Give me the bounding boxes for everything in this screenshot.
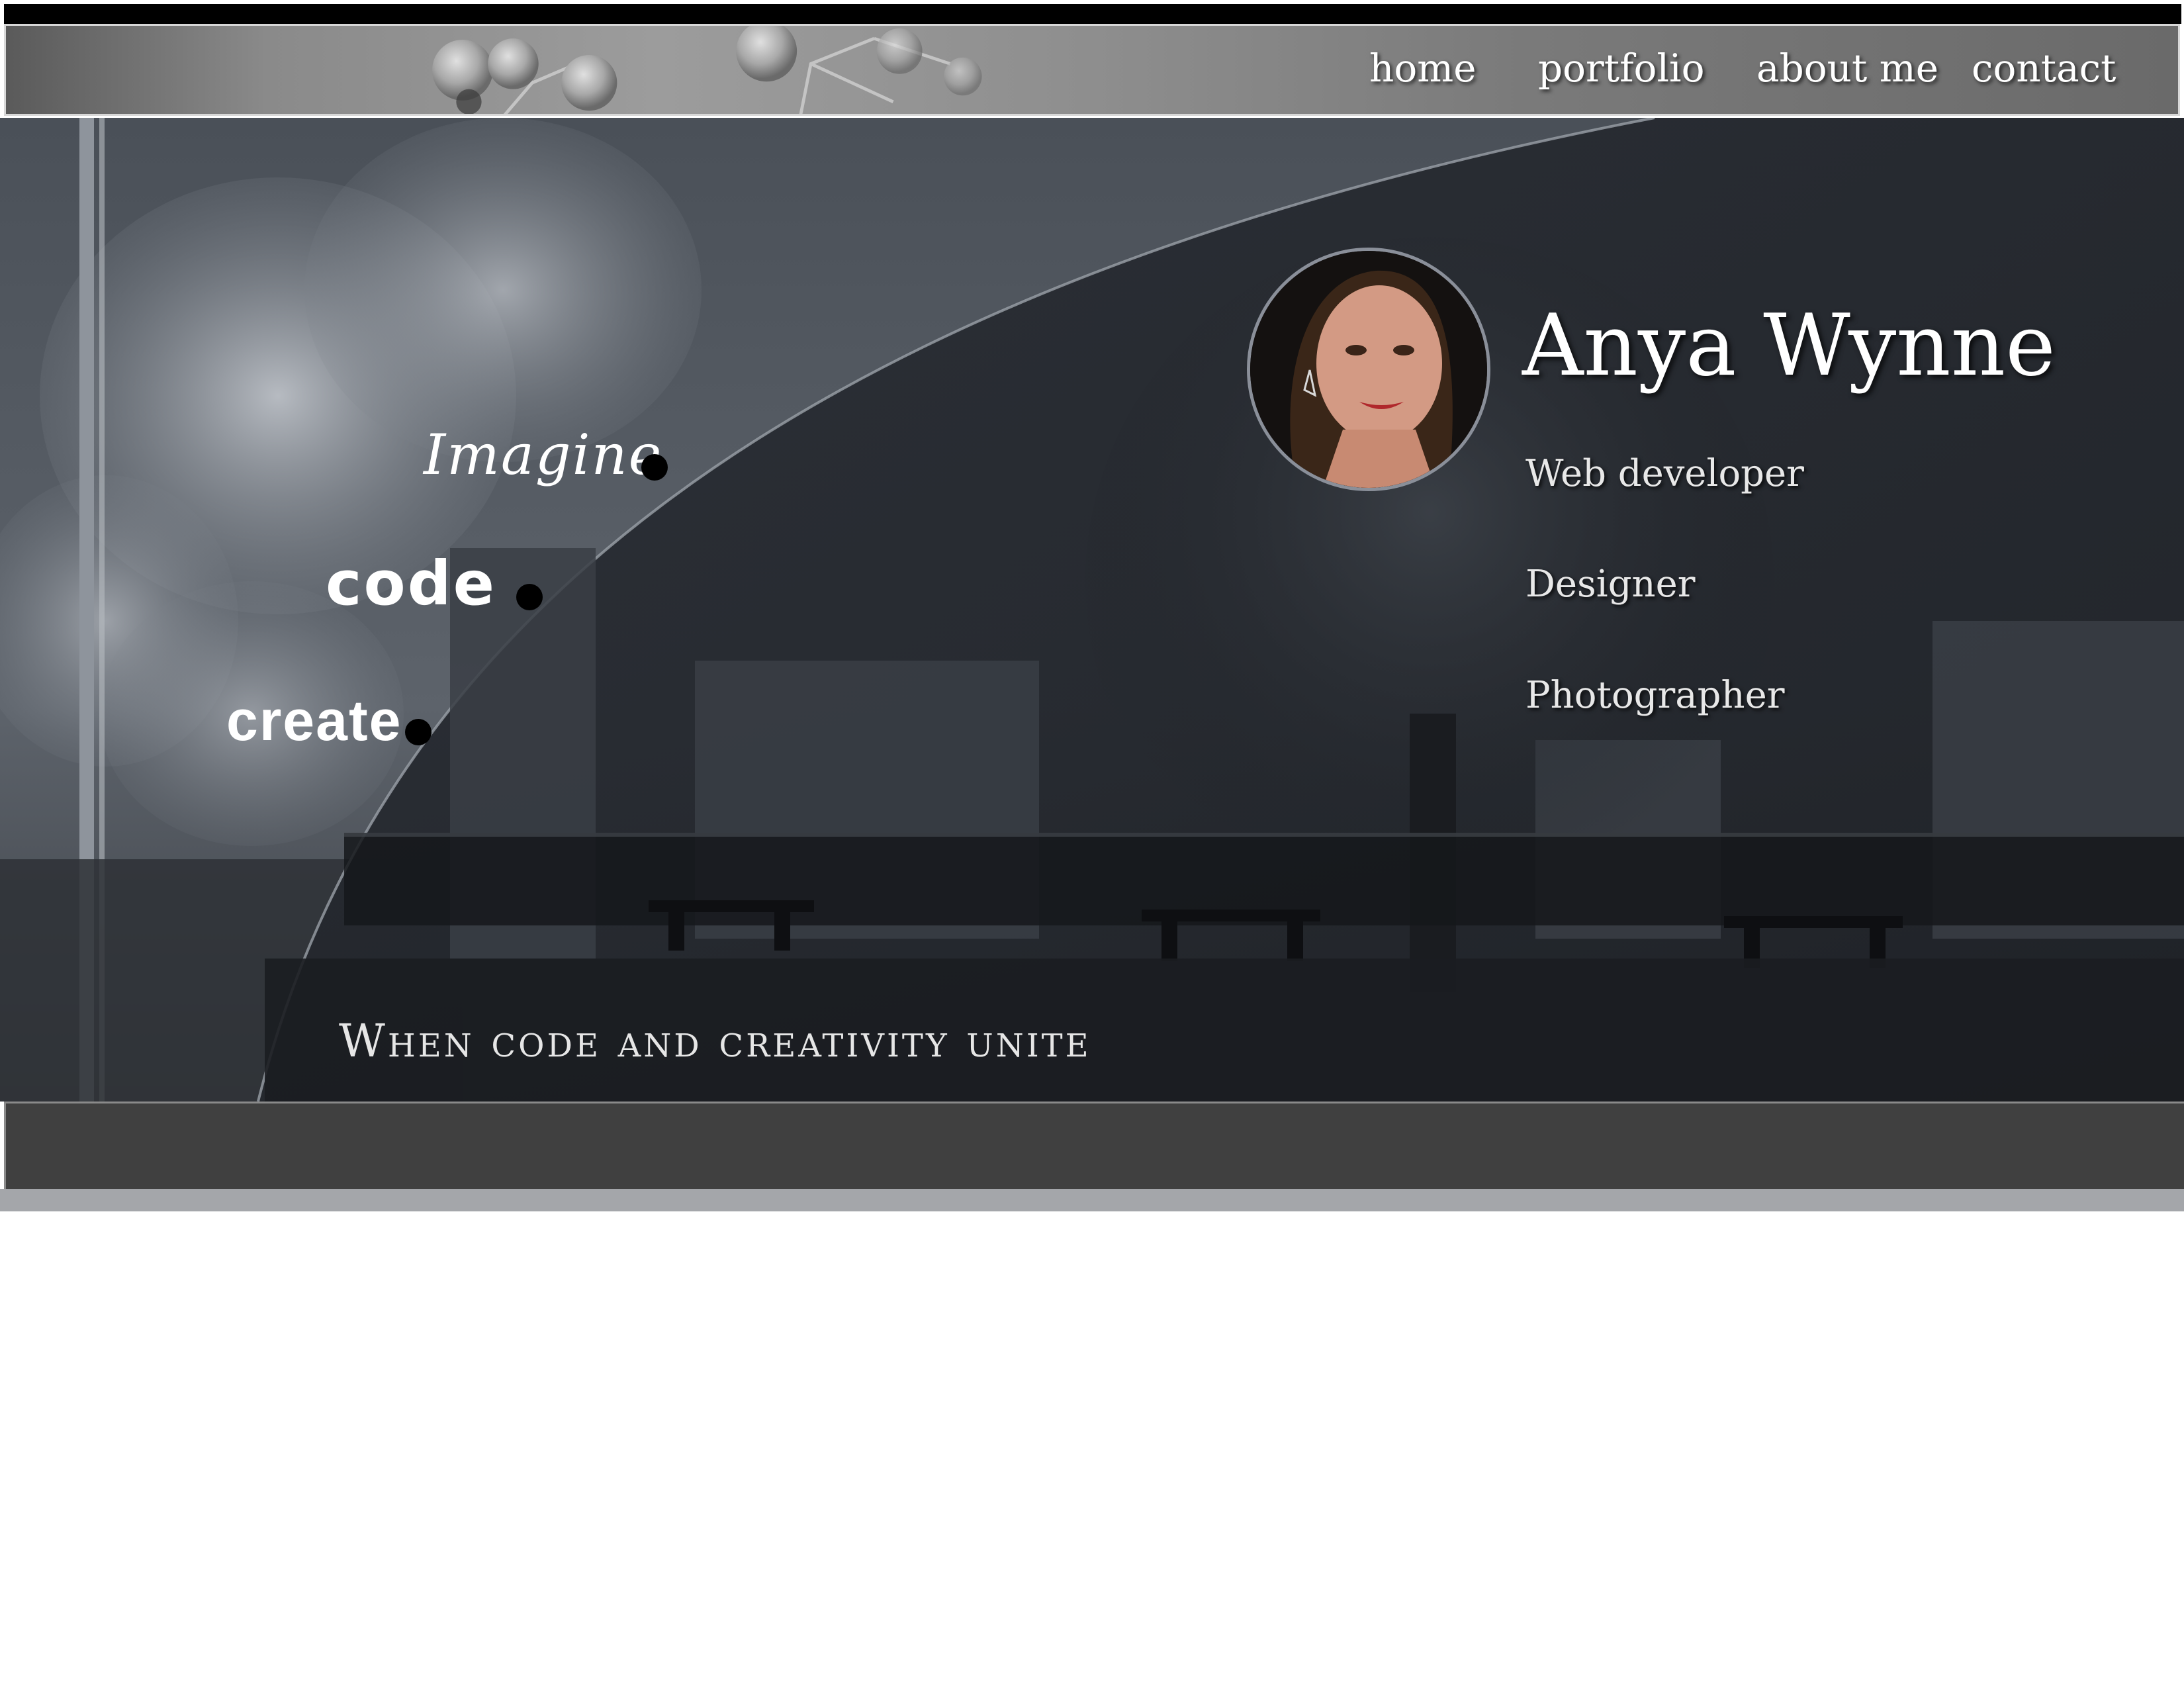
role-web-developer: Web developer	[1525, 452, 1804, 495]
nav-contact-link[interactable]: contact	[1972, 46, 2116, 91]
bullet-dot	[641, 454, 668, 481]
hero-banner: Imagine code create Anya Wynne Web devel…	[0, 118, 2184, 1102]
nav-home-link[interactable]: home	[1369, 46, 1477, 91]
nav-portfolio-link[interactable]: portfolio	[1538, 46, 1704, 91]
avatar	[1247, 248, 1490, 491]
navigation-bar: home portfolio about me contact	[4, 24, 2180, 116]
nav-about-link[interactable]: about me	[1756, 46, 1938, 91]
role-designer: Designer	[1525, 563, 1696, 606]
tagline-word-imagine: Imagine	[424, 422, 663, 487]
portrait-photo-icon	[1250, 251, 1487, 488]
footer-bar	[4, 1102, 2184, 1189]
bullet-dot	[516, 584, 543, 610]
tagline-word-create: create	[226, 689, 402, 753]
page: home portfolio about me contact Imagine …	[0, 0, 2184, 1688]
top-black-bar	[4, 4, 2181, 24]
role-photographer: Photographer	[1525, 674, 1785, 717]
tagline-word-code: code	[326, 548, 496, 619]
profile-name: Anya Wynne	[1522, 297, 2056, 395]
hero-tagline: When code and creativity unite	[339, 1015, 1091, 1068]
bullet-dot	[405, 719, 432, 745]
footer-strip	[0, 1189, 2184, 1211]
